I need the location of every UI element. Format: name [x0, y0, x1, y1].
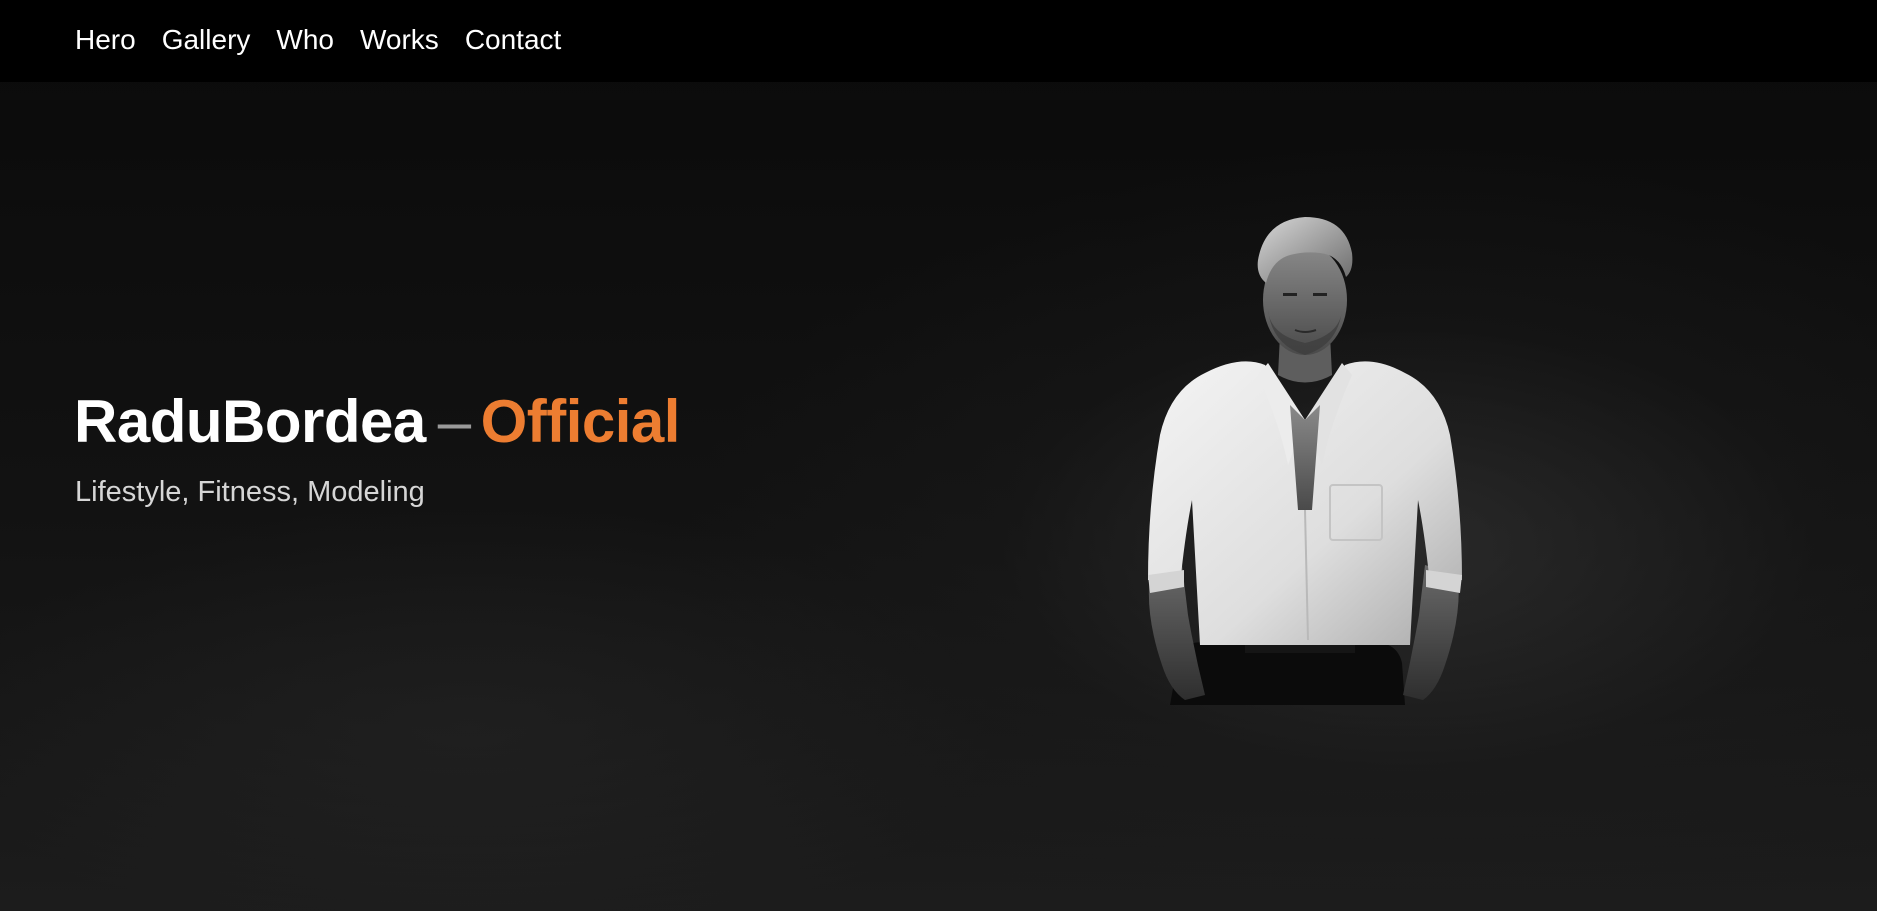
nav-item-works: Works [360, 20, 439, 60]
portrait-shirt [1148, 361, 1462, 645]
page: Hero Gallery Who Works Contact RaduBorde… [0, 0, 1877, 911]
portrait-neck-head [1257, 217, 1353, 383]
portrait-image [1148, 217, 1462, 705]
nav-link-contact[interactable]: Contact [465, 24, 562, 55]
nav-link-who[interactable]: Who [276, 24, 334, 55]
hero-section: RaduBordea – Official Lifestyle, Fitness, … [74, 386, 680, 510]
portrait-pants [1170, 642, 1405, 705]
top-navbar: Hero Gallery Who Works Contact [0, 0, 1877, 82]
hero-title: RaduBordea – Official [74, 386, 680, 458]
nav-link-hero[interactable]: Hero [75, 24, 136, 55]
nav-item-who: Who [276, 20, 334, 60]
hero-subtitle: Lifestyle, Fitness, Modeling [75, 476, 425, 508]
hero-name: RaduBordea [74, 388, 426, 455]
nav-link-gallery[interactable]: Gallery [162, 24, 251, 55]
hero-dash: – [437, 388, 471, 455]
nav-menu: Hero Gallery Who Works Contact [75, 20, 561, 60]
nav-item-hero: Hero [75, 20, 136, 60]
hero-accent-word: Official [480, 388, 681, 455]
nav-link-works[interactable]: Works [360, 24, 439, 55]
nav-item-contact: Contact [465, 20, 562, 60]
nav-item-gallery: Gallery [162, 20, 251, 60]
